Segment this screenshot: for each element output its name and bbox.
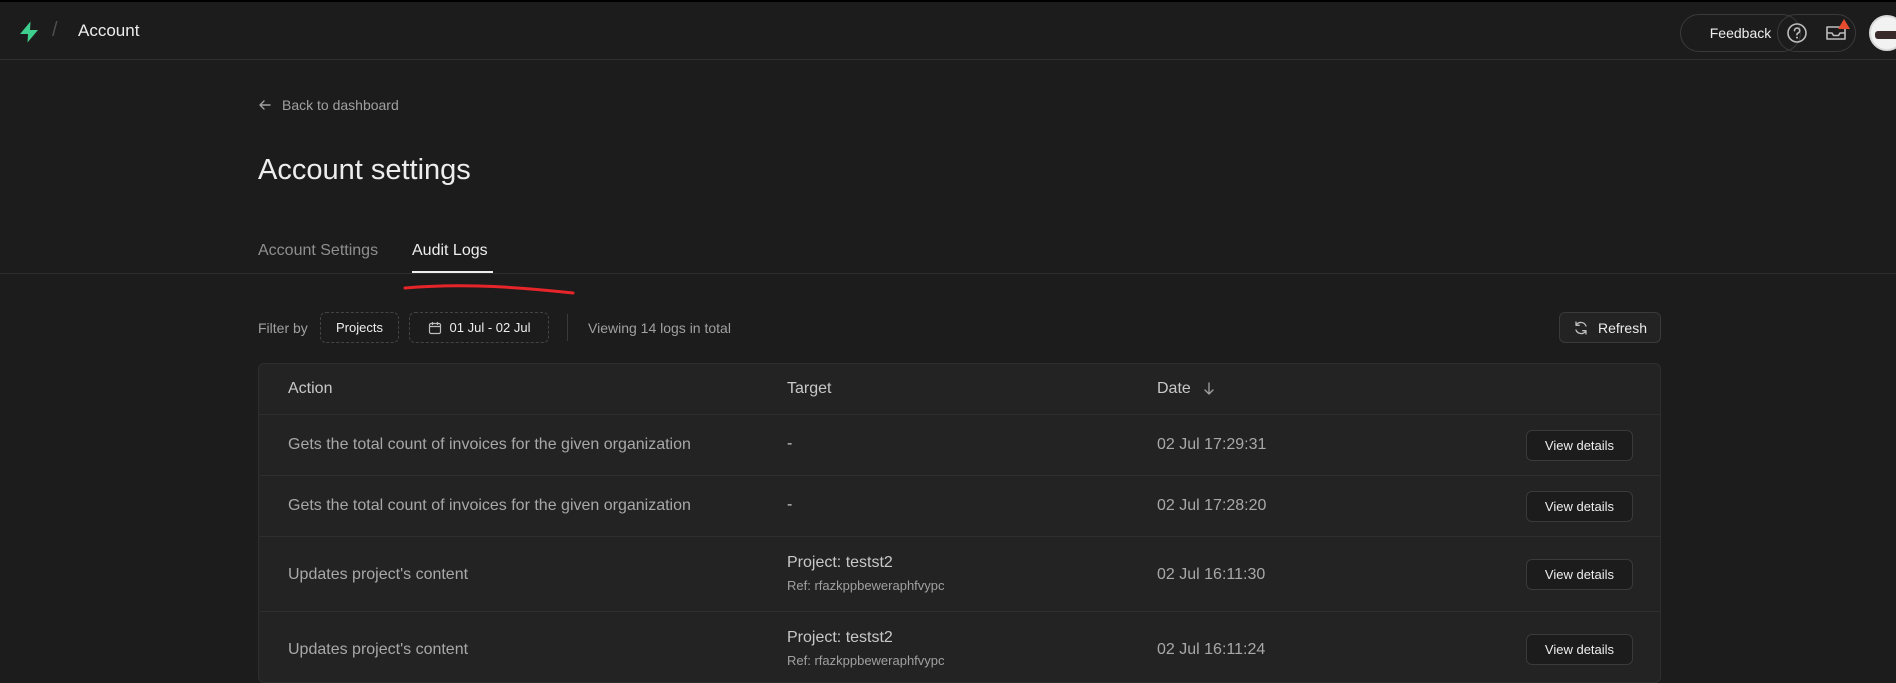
row-action: Updates project's content (288, 641, 469, 658)
row-target: - (787, 496, 793, 513)
view-details-button[interactable]: View details (1526, 491, 1633, 522)
table-row: Gets the total count of invoices for the… (259, 476, 1660, 537)
date-range-button[interactable]: 01 Jul - 02 Jul (409, 312, 549, 343)
supabase-logo-icon[interactable] (17, 20, 41, 44)
refresh-label: Refresh (1597, 319, 1648, 336)
projects-filter-label: Projects (336, 320, 383, 335)
refresh-icon (1575, 320, 1587, 335)
settings-tabs: Account Settings Audit Logs (0, 240, 1896, 274)
column-header-action: Action (288, 380, 333, 397)
calendar-icon (428, 321, 441, 334)
row-date: 02 Jul 16:11:30 (1157, 566, 1266, 583)
arrow-left-icon (259, 100, 271, 110)
view-details-button[interactable]: View details (1526, 430, 1633, 461)
notification-indicator-icon (1838, 19, 1850, 29)
audit-logs-table: Action Target Date Gets the total count … (258, 363, 1661, 683)
active-tab-indicator (412, 271, 493, 273)
help-icon[interactable] (1786, 22, 1808, 44)
table-header: Action Target Date (259, 364, 1660, 415)
tab-account-settings[interactable]: Account Settings (258, 242, 378, 260)
refresh-button[interactable]: Refresh (1559, 312, 1661, 343)
row-target-project: Project: testst2 (787, 629, 893, 646)
breadcrumb-separator: / (52, 19, 58, 41)
sort-descending-icon[interactable] (1203, 382, 1215, 396)
row-target: Project: testst2 Ref: rfazkppbeweraphfvy… (787, 554, 945, 593)
row-target: Project: testst2 Ref: rfazkppbeweraphfvy… (787, 629, 945, 668)
column-header-target: Target (787, 380, 832, 397)
top-navbar: / Account Feedback (0, 0, 1896, 60)
column-header-date-label: Date (1157, 380, 1191, 397)
logs-count-text: Viewing 14 logs in total (588, 320, 731, 336)
row-date: 02 Jul 16:11:24 (1157, 641, 1266, 658)
row-action: Updates project's content (288, 566, 469, 583)
row-date: 02 Jul 17:28:20 (1157, 497, 1267, 514)
tab-audit-logs[interactable]: Audit Logs (412, 242, 488, 260)
back-link-label: Back to dashboard (282, 97, 399, 113)
row-action: Gets the total count of invoices for the… (288, 497, 691, 514)
annotation-underline (403, 284, 575, 295)
view-details-button[interactable]: View details (1526, 634, 1633, 665)
view-details-button[interactable]: View details (1526, 559, 1633, 590)
avatar[interactable] (1869, 15, 1896, 51)
page-title: Account settings (258, 154, 471, 186)
table-row: Gets the total count of invoices for the… (259, 415, 1660, 476)
column-header-date[interactable]: Date (1157, 380, 1215, 398)
back-to-dashboard-link[interactable]: Back to dashboard (258, 97, 399, 113)
filter-divider (567, 314, 568, 341)
row-date: 02 Jul 17:29:31 (1157, 436, 1267, 453)
row-target-project: Project: testst2 (787, 554, 893, 571)
row-action: Gets the total count of invoices for the… (288, 436, 691, 453)
row-target: - (787, 435, 793, 452)
table-row: Updates project's content Project: tests… (259, 537, 1660, 612)
breadcrumb-account[interactable]: Account (78, 21, 139, 41)
projects-filter-button[interactable]: Projects (320, 312, 399, 343)
row-target-ref: Ref: rfazkppbeweraphfvypc (787, 578, 945, 593)
filter-by-label: Filter by (258, 320, 308, 336)
table-row: Updates project's content Project: tests… (259, 612, 1660, 682)
date-range-label: 01 Jul - 02 Jul (449, 320, 531, 335)
